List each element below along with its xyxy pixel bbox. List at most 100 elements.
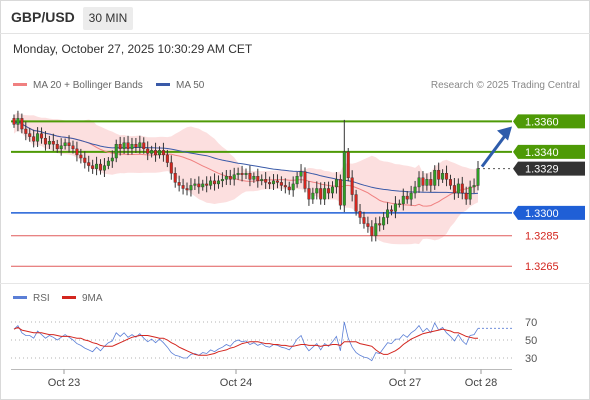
candle-body <box>252 176 256 180</box>
candle-body <box>382 217 386 226</box>
candle-body <box>319 188 323 200</box>
candle-body <box>456 183 460 194</box>
level-tag-label: 1.3360 <box>525 116 559 128</box>
candle-body <box>448 179 452 186</box>
candle-body <box>311 192 315 200</box>
candle-body <box>193 183 197 186</box>
candle-body <box>130 144 134 150</box>
candle-body <box>287 186 291 191</box>
candle-body <box>83 157 87 163</box>
candle-body <box>472 185 476 188</box>
candle-body <box>354 194 358 212</box>
rsi-tick-label: 30 <box>525 353 537 365</box>
candle-body <box>201 183 205 188</box>
candle-body <box>417 177 421 188</box>
candle-body <box>114 144 118 159</box>
candle-body <box>161 150 165 156</box>
candle-body <box>134 144 138 148</box>
candle-body <box>24 128 28 134</box>
projection-arrow-shaft <box>480 133 508 168</box>
candle-body <box>315 188 319 194</box>
candle-body <box>63 142 67 146</box>
candle-body <box>118 144 122 150</box>
candle-body <box>272 180 276 185</box>
candle-body <box>268 182 272 185</box>
candle-body <box>47 141 51 145</box>
candle-body <box>232 174 236 180</box>
candle-body <box>464 192 468 200</box>
candle-body <box>106 160 110 166</box>
candle-body <box>40 133 44 139</box>
candle-body <box>389 209 393 212</box>
candle-body <box>142 142 146 150</box>
level-tag-resistance: 1.3360 <box>513 114 585 129</box>
candle-body <box>220 179 224 182</box>
candle-body <box>409 192 413 200</box>
candle-body <box>169 162 173 174</box>
candle-body <box>138 142 142 148</box>
candle-body <box>433 169 437 186</box>
candle-body <box>393 203 397 212</box>
candle-body <box>275 180 279 183</box>
candle-body <box>307 188 311 200</box>
candle-body <box>79 154 83 159</box>
candle-body <box>150 150 154 154</box>
candle-body <box>405 195 409 200</box>
candle-body <box>228 176 232 180</box>
x-tick-label: Oct 23 <box>48 377 80 389</box>
candle-body <box>299 171 303 177</box>
candle-body <box>236 173 240 175</box>
candle-body <box>386 209 390 218</box>
candle-body <box>181 185 185 189</box>
candle-body <box>279 182 283 186</box>
rsi-tick-label: 70 <box>525 317 537 329</box>
candle-body <box>338 179 342 206</box>
candle-body <box>173 173 177 183</box>
level-tag-label: 1.3340 <box>525 147 559 159</box>
candle-body <box>16 118 20 125</box>
candle-body <box>362 217 366 224</box>
level-tag-label: 1.3329 <box>525 164 559 176</box>
candle-body <box>12 118 16 125</box>
candle-body <box>99 163 103 171</box>
candle-body <box>476 168 480 186</box>
candle-body <box>260 179 264 182</box>
rsi-tick-label: 50 <box>525 335 537 347</box>
candle-body <box>323 188 327 200</box>
candle-body <box>205 183 209 186</box>
candle-body <box>20 118 24 130</box>
level-tag-label: 1.3300 <box>525 208 559 220</box>
candle-body <box>209 180 213 186</box>
candle-body <box>374 223 378 236</box>
candle-body <box>331 186 335 194</box>
candle-body <box>146 148 150 154</box>
support-label: 1.3265 <box>525 261 559 273</box>
candle-body <box>421 177 425 186</box>
candle-body <box>154 150 158 156</box>
candle-body <box>452 185 456 194</box>
candle-body <box>283 185 287 188</box>
candle-body <box>91 165 95 169</box>
candle-body <box>441 173 445 180</box>
candle-body <box>248 173 252 180</box>
candle-body <box>224 176 228 180</box>
x-tick-label: Oct 24 <box>220 377 252 389</box>
candle-body <box>216 180 220 185</box>
price-chart: 1.3360 1.3340 1.3329 1.3300 1.3285 1.3265 70 50… <box>0 110 590 389</box>
candle-body <box>71 145 75 150</box>
candle-body <box>425 179 429 186</box>
candle-body <box>75 148 79 156</box>
candle-body <box>327 188 331 194</box>
x-tick-label: Oct 27 <box>389 377 421 389</box>
candle-body <box>401 195 405 204</box>
candle-body <box>110 157 114 162</box>
candle-body <box>165 154 169 163</box>
candle-body <box>244 173 248 175</box>
candle-body <box>102 165 106 171</box>
candle-body <box>213 180 217 185</box>
candle-body <box>358 211 362 218</box>
candle-body <box>126 142 130 150</box>
candle-body <box>437 169 441 180</box>
candle-body <box>67 142 71 146</box>
level-tag-last: 1.3329 <box>513 161 585 176</box>
